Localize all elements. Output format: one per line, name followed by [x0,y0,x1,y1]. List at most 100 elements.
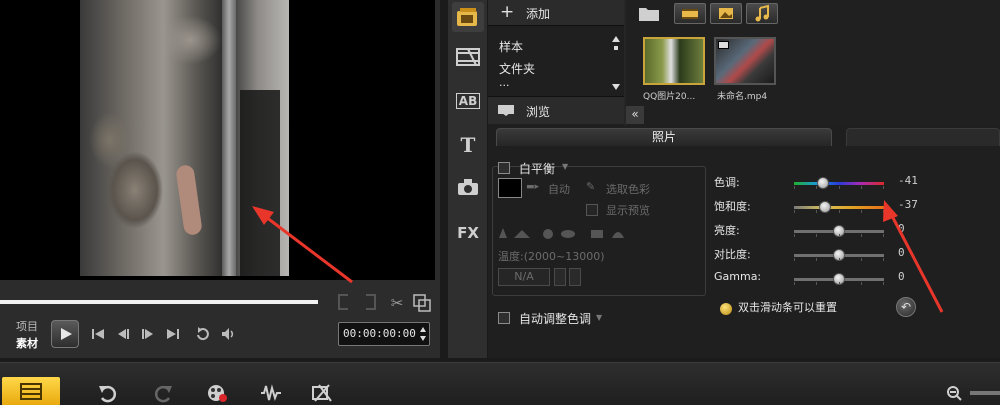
project-mode-label[interactable]: 项目 [16,318,38,334]
tab-attributes[interactable] [846,128,1000,146]
side-tab-fx[interactable]: FX [452,218,484,248]
media-library-area: QQ图片20... 未命名.mp4 « [626,0,1000,126]
contrast-value: 0 [898,246,905,259]
collapse-library-button[interactable]: « [626,106,644,124]
media-library-icon [457,8,477,26]
timecode-field[interactable]: 00:00:00:00 [338,322,430,346]
temperature-input[interactable]: N/A [498,268,550,286]
slider-knob[interactable] [819,201,831,213]
side-tab-media[interactable] [452,2,484,32]
slider-tick [794,210,795,213]
add-folder-button[interactable]: + 添加 [488,0,624,26]
zoom-out-icon[interactable] [946,385,962,401]
gamma-slider[interactable] [794,272,884,288]
slider-tick [794,282,795,285]
show-videos-button[interactable] [674,3,706,24]
browse-label: 浏览 [526,105,551,119]
slider-tick [861,282,862,285]
timecode-spinner-icon[interactable] [419,325,427,343]
auto-tone-dropdown-icon[interactable]: ▼ [596,313,602,322]
transition-icon [456,48,480,66]
auto-tone-label: 自动调整色调 [519,312,592,326]
gamma-value: 0 [898,270,905,283]
media-thumbnail-photo[interactable] [643,37,705,85]
redo-icon[interactable] [152,383,174,403]
white-balance-label: 白平衡 [519,162,556,176]
auto-tone-checkbox[interactable] [498,312,510,324]
go-to-end-icon[interactable] [165,326,181,342]
reset-hint-text: 双击滑动条可以重置 [738,301,837,314]
graphic-icon [458,179,478,195]
brightness-slider[interactable] [794,224,884,240]
slider-tick [883,282,884,285]
next-frame-icon[interactable] [140,326,156,342]
play-button[interactable] [51,320,79,348]
undo-icon[interactable] [97,383,119,403]
white-balance-dropdown-icon[interactable]: ▼ [562,162,568,171]
show-photos-button[interactable] [710,3,742,24]
side-tab-transition[interactable] [452,42,484,72]
video-badge-icon [718,41,729,49]
pick-color-icon: ✎ [586,180,596,193]
temperature-spinner-icon[interactable] [554,268,566,286]
folder-item-folder[interactable]: 文件夹 [499,60,535,77]
timeline-view-button[interactable] [2,377,60,405]
volume-icon[interactable] [220,326,236,342]
saturation-slider[interactable] [794,200,884,216]
tab-photo[interactable]: 照片 [496,128,832,146]
bottom-toolbar [0,362,1000,405]
folder-list: + 添加 样本 文件夹 ... 浏览 [488,0,624,126]
repeat-icon[interactable] [195,326,211,342]
folder-icon[interactable] [638,5,660,22]
show-preview-checkbox[interactable] [586,204,598,216]
reset-adjustments-button[interactable]: ↶ [896,297,916,317]
play-icon [61,328,72,340]
slider-tick [839,234,840,237]
scrubber-bar[interactable] [0,300,318,304]
contrast-slider[interactable] [794,248,884,264]
sound-mixer-icon[interactable] [260,383,282,403]
folder-item-samples[interactable]: 样本 [499,38,523,55]
previous-frame-icon[interactable] [115,326,131,342]
slider-tick [839,258,840,261]
show-audio-button[interactable] [746,3,778,24]
browse-button[interactable]: 浏览 [488,96,624,124]
white-balance-checkbox[interactable] [498,162,510,174]
slider-knob[interactable] [817,177,829,189]
side-tab-text[interactable]: T [452,130,484,160]
show-preview-label: 显示预览 [606,204,650,217]
preview-screen[interactable] [0,0,435,280]
slider-tick [816,186,817,189]
slider-tick [794,234,795,237]
go-to-start-icon[interactable] [90,326,106,342]
white-balance-color-swatch[interactable] [498,178,522,198]
photo-shadow [240,90,280,276]
wb-auto-option[interactable]: 自动 [548,181,570,197]
scissors-icon[interactable]: ✂ [389,294,405,312]
media-thumbnail-video[interactable] [714,37,776,85]
brightness-label: 亮度: [714,224,740,237]
pick-color-option[interactable]: 选取色彩 [606,181,650,197]
hue-slider[interactable] [794,176,884,192]
slider-tick [839,282,840,285]
folder-item-more[interactable]: ... [499,76,510,89]
photo-flower [175,164,203,236]
white-balance-preset-icons[interactable] [498,227,628,239]
folder-scroll-arrows-icon[interactable] [611,34,621,92]
zoom-slider[interactable] [970,391,1000,395]
slider-tick [794,186,795,189]
side-tab-graphic[interactable] [452,172,484,202]
mark-out-icon[interactable] [366,294,376,310]
music-note-icon [755,4,769,22]
mark-in-icon[interactable] [338,294,348,310]
side-tab-title-ab[interactable]: AB [452,86,484,116]
browse-icon [498,105,514,116]
auto-music-icon[interactable] [311,383,333,403]
saturation-label: 饱和度: [714,200,751,213]
temperature-dropdown-icon[interactable] [569,268,581,286]
clip-mode-label[interactable]: 素材 [16,335,38,351]
add-folder-label: 添加 [526,7,551,21]
record-capture-icon[interactable] [207,383,229,403]
enlarge-preview-icon[interactable] [413,294,431,312]
hue-value: -41 [898,174,918,187]
